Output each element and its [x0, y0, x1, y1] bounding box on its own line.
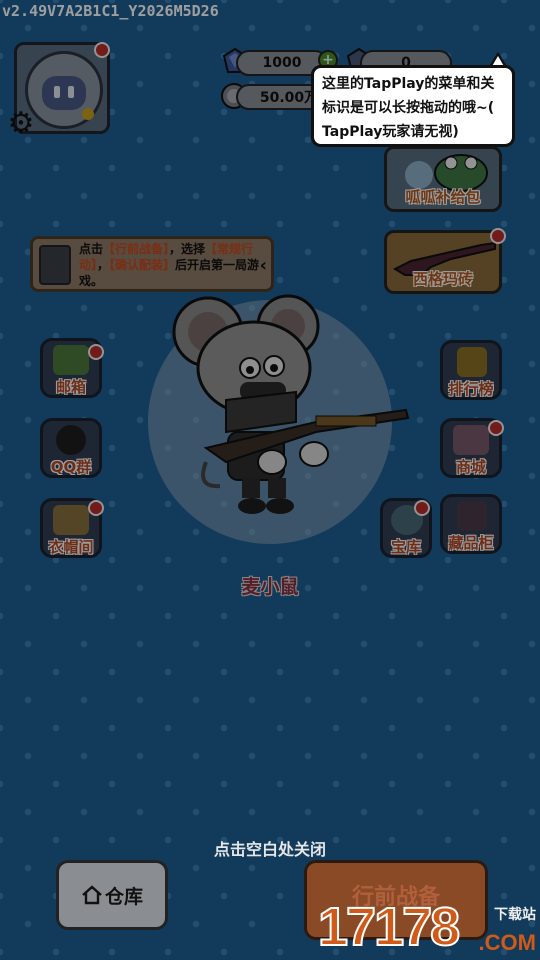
tooltip-line-2: 标识是可以长按拖动的哦~(	[322, 100, 495, 116]
chevron-left-icon[interactable]: ‹	[260, 255, 267, 276]
qq-penguin-icon	[56, 425, 86, 455]
tutorial-hint[interactable]: 点击【行前战备】，选择【常规行动】，【确认配装】后开启第一局游戏。 ‹	[30, 236, 274, 292]
tapplay-tooltip-top: 这里的TapPlay的菜单和关 标识是可以长按拖动的哦~( TapPlay玩家请…	[311, 65, 515, 147]
weapon-label: 西格玛砖	[412, 270, 473, 288]
treasury-label: 宝库	[390, 538, 421, 556]
hint-text: 点击【行前战备】，选择【常规行动】，【确认配装】后开启第一局游戏。	[79, 241, 265, 289]
wardrobe-box-icon	[53, 505, 89, 535]
collection-button[interactable]: 藏品柜	[440, 494, 502, 554]
sigma-brick-button[interactable]: 西格玛砖	[384, 230, 502, 294]
site-watermark: 17178 .COM 下载站	[317, 896, 540, 960]
hint-highlight: 【行前战备】	[103, 242, 170, 256]
treasury-notification-dot	[414, 500, 430, 516]
hint-part: ，选择	[169, 242, 206, 256]
watermark-download: 下载站	[494, 907, 536, 923]
display-cabinet-icon	[457, 501, 487, 531]
leaderboard-label: 排行榜	[448, 380, 494, 398]
shop-notification-dot	[488, 420, 504, 436]
avatar-light	[82, 108, 94, 120]
shop-stall-icon	[453, 425, 489, 455]
avatar-eye	[68, 86, 74, 98]
collection-label: 藏品柜	[448, 534, 494, 552]
character-sprite[interactable]	[166, 292, 416, 528]
tooltip-line-1: 这里的TapPlay的菜单和关	[322, 76, 495, 92]
trophy-icon	[457, 347, 487, 377]
character-name: 麦小鼠	[241, 576, 299, 598]
qq-label: QQ群	[50, 458, 92, 476]
qq-group-button[interactable]: QQ群	[40, 418, 102, 478]
warehouse-button[interactable]: 仓库	[56, 860, 168, 930]
supply-label: 呱呱补给包	[405, 188, 481, 206]
home-icon	[82, 885, 102, 905]
leaderboard-button[interactable]: 排行榜	[440, 340, 502, 400]
weapon-notification-dot	[490, 228, 506, 244]
hint-part: ，	[97, 258, 110, 272]
frog-supply-pack-button[interactable]: 呱呱补给包	[384, 146, 502, 212]
mailbox-icon	[53, 345, 89, 375]
hint-part: 点击	[79, 242, 104, 256]
shop-label: 商城	[455, 458, 486, 476]
card-icon	[39, 245, 71, 285]
wardrobe-notification-dot	[88, 500, 104, 516]
avatar-eye	[54, 86, 60, 98]
warehouse-label: 仓库	[104, 885, 143, 908]
close-hint: 点击空白处关闭	[213, 840, 326, 859]
tooltip-line-3: TapPlay玩家请无视)	[322, 124, 459, 140]
avatar-visor	[42, 76, 86, 110]
wardrobe-label: 衣帽间	[48, 538, 94, 556]
version-label: v2.49V7A2B1C1_Y2026M5D26	[2, 2, 219, 20]
watermark-number: 17178	[317, 896, 461, 958]
avatar-notification-dot	[94, 42, 110, 58]
watermark-suffix: .COM	[478, 930, 536, 955]
gear-icon[interactable]: ⚙	[5, 108, 37, 140]
hint-highlight: 【确认配装】	[109, 258, 176, 272]
mail-label: 邮箱	[55, 378, 86, 396]
mail-notification-dot	[88, 344, 104, 360]
